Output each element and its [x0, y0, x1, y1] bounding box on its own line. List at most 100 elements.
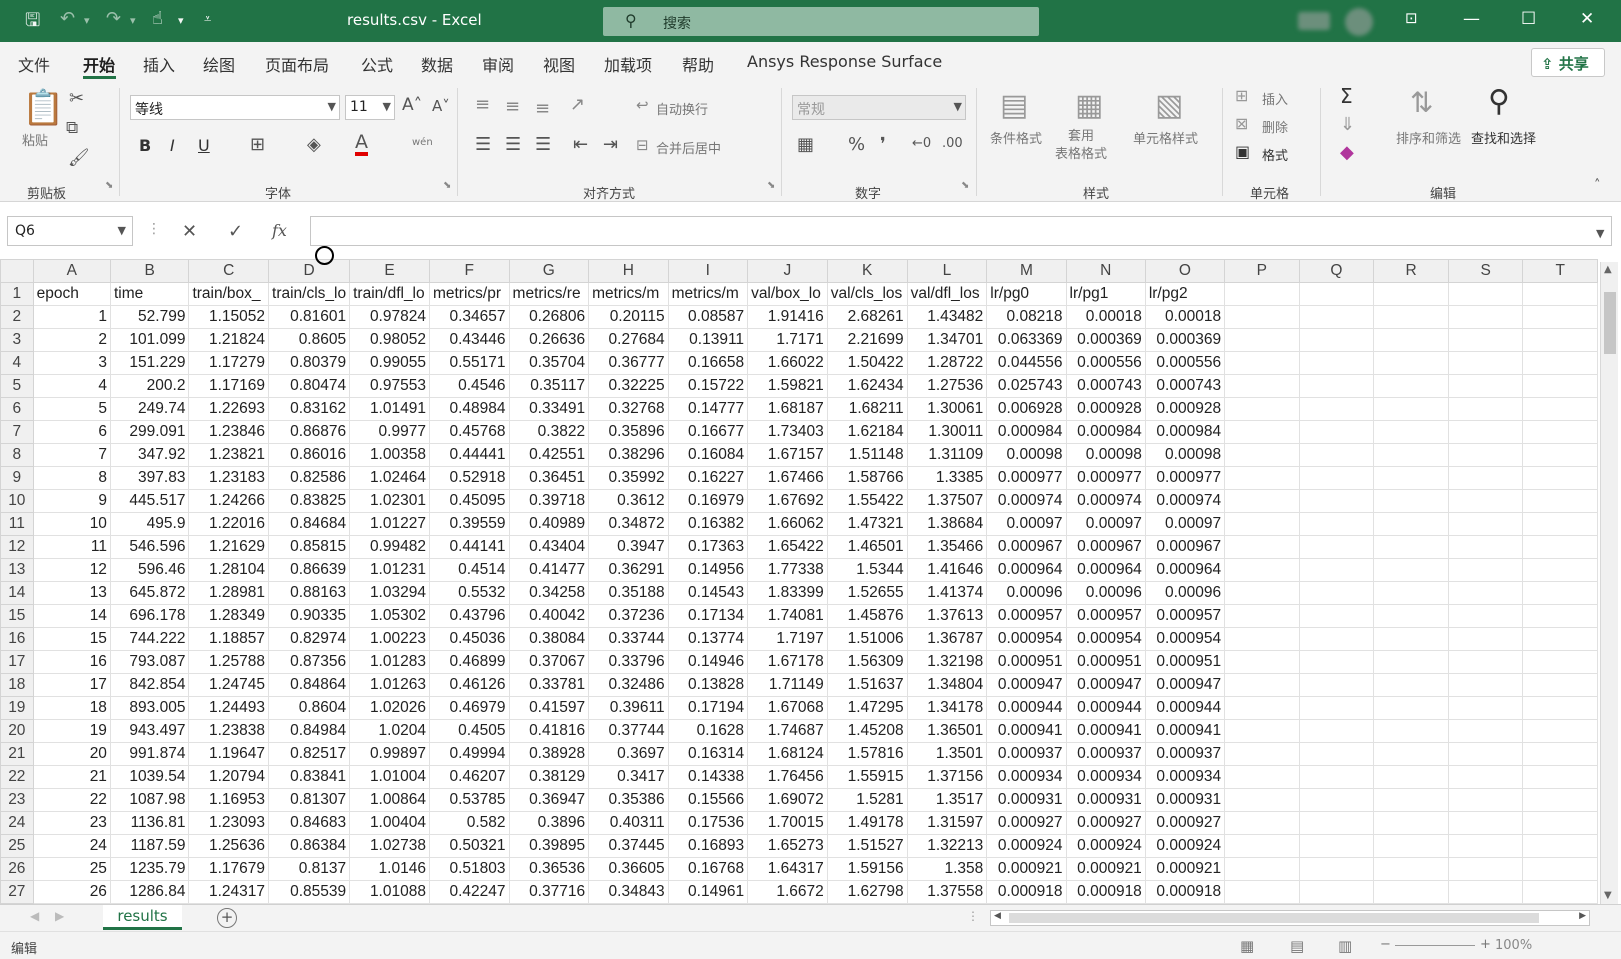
cell[interactable]: 0.000556: [1065, 351, 1146, 375]
cell[interactable]: [1373, 857, 1449, 881]
cell[interactable]: [1447, 811, 1524, 835]
fill-color-icon[interactable]: ◈: [307, 134, 321, 155]
cell[interactable]: 1.47321: [826, 512, 908, 536]
cell[interactable]: 0.00096: [1065, 581, 1146, 605]
cell[interactable]: 1.15052: [188, 305, 270, 329]
cell[interactable]: [1224, 627, 1300, 651]
cell[interactable]: 0.87356: [268, 650, 351, 674]
cell[interactable]: 0.40311: [588, 811, 669, 835]
cell[interactable]: [1522, 788, 1598, 812]
cell[interactable]: [1522, 420, 1598, 444]
cell[interactable]: 1.00404: [349, 811, 430, 835]
cell[interactable]: [1373, 328, 1449, 352]
cell[interactable]: [1522, 650, 1598, 674]
cell[interactable]: 101.099: [109, 328, 190, 352]
cell[interactable]: 1.37156: [906, 765, 988, 789]
cell[interactable]: 645.872: [109, 581, 190, 605]
cell[interactable]: 0.32768: [588, 397, 669, 421]
cell[interactable]: 1.31109: [906, 443, 988, 467]
cell[interactable]: 0.82586: [268, 466, 351, 490]
cell[interactable]: [1298, 604, 1375, 628]
cell[interactable]: 0.46126: [428, 673, 510, 697]
cell[interactable]: [1447, 650, 1524, 674]
cell[interactable]: [1298, 788, 1375, 812]
cell[interactable]: [1298, 351, 1375, 375]
collapse-ribbon-icon[interactable]: ˄: [1594, 178, 1601, 193]
cell[interactable]: [1522, 282, 1598, 306]
cell[interactable]: 0.14961: [667, 880, 749, 904]
cell[interactable]: [1447, 788, 1524, 812]
cell[interactable]: 0.45036: [428, 627, 510, 651]
cell[interactable]: [1224, 351, 1300, 375]
cell[interactable]: 1.22016: [188, 512, 270, 536]
cell[interactable]: [1447, 535, 1524, 559]
cell[interactable]: [1224, 558, 1300, 582]
cell[interactable]: 0.000556: [1144, 351, 1226, 375]
cell[interactable]: 1.01491: [349, 397, 430, 421]
cell[interactable]: [1522, 512, 1598, 536]
cell[interactable]: 0.000931: [986, 788, 1067, 812]
cell[interactable]: [1373, 558, 1449, 582]
cell[interactable]: 0.000974: [1065, 489, 1146, 513]
cell[interactable]: [1298, 880, 1375, 904]
cell[interactable]: 1.74687: [747, 719, 828, 743]
cell[interactable]: [1373, 351, 1449, 375]
cell[interactable]: 0.000947: [1144, 673, 1226, 697]
cell[interactable]: 1.17679: [188, 857, 270, 881]
cell[interactable]: [1298, 512, 1375, 536]
cell[interactable]: 1.358: [906, 857, 988, 881]
cell[interactable]: 0.000918: [1144, 880, 1226, 904]
cell[interactable]: [1224, 604, 1300, 628]
cell[interactable]: [1298, 466, 1375, 490]
cell[interactable]: [1298, 305, 1375, 329]
align-middle-icon[interactable]: ≡: [505, 96, 520, 117]
cell[interactable]: 0.34258: [508, 581, 590, 605]
cell[interactable]: [1224, 535, 1300, 559]
cell[interactable]: 0.3822: [508, 420, 590, 444]
zoom-in-icon[interactable]: +: [1480, 937, 1491, 952]
cell[interactable]: 0.582: [428, 811, 510, 835]
cell[interactable]: [1373, 650, 1449, 674]
row-header[interactable]: 14: [0, 581, 34, 605]
cell[interactable]: [1373, 397, 1449, 421]
column-header[interactable]: Q: [1298, 259, 1375, 283]
cell[interactable]: 0.000947: [1065, 673, 1146, 697]
cell[interactable]: 1.51148: [826, 443, 908, 467]
alignment-launcher-icon[interactable]: ⬊: [767, 180, 775, 191]
cell[interactable]: [1522, 305, 1598, 329]
cell[interactable]: 0.36947: [508, 788, 590, 812]
cell[interactable]: time: [109, 282, 190, 306]
column-header[interactable]: O: [1144, 259, 1226, 283]
cell[interactable]: 0.000984: [986, 420, 1067, 444]
cell[interactable]: 0.000957: [1144, 604, 1226, 628]
align-left-icon[interactable]: ☰: [475, 134, 491, 155]
cell[interactable]: 0.000924: [986, 834, 1067, 858]
cell[interactable]: [1373, 811, 1449, 835]
cell[interactable]: [1447, 696, 1524, 720]
cell[interactable]: 0.000984: [1065, 420, 1146, 444]
conditional-formatting-label[interactable]: 条件格式: [990, 128, 1042, 147]
cell[interactable]: [1298, 581, 1375, 605]
cell[interactable]: 0.3947: [588, 535, 669, 559]
cell[interactable]: 7: [32, 443, 111, 467]
tab-split-handle[interactable]: ⋮: [967, 909, 979, 923]
column-header[interactable]: I: [667, 259, 749, 283]
tab-addins[interactable]: 加载项: [604, 52, 652, 76]
cell[interactable]: 0.88163: [268, 581, 351, 605]
italic-button[interactable]: I: [170, 136, 175, 155]
cell[interactable]: 1.67068: [747, 696, 828, 720]
format-cells-icon[interactable]: ▣: [1235, 142, 1250, 161]
cell[interactable]: 0.40042: [508, 604, 590, 628]
column-header[interactable]: B: [109, 259, 190, 283]
cell[interactable]: 0.000947: [986, 673, 1067, 697]
cell[interactable]: 0.063369: [986, 328, 1067, 352]
cell[interactable]: 0.4514: [428, 558, 510, 582]
cell[interactable]: 0.000918: [986, 880, 1067, 904]
wrap-text-label[interactable]: 自动换行: [656, 99, 708, 118]
cell[interactable]: 0.98052: [349, 328, 430, 352]
row-header[interactable]: 27: [0, 880, 34, 904]
cell[interactable]: 1.37613: [906, 604, 988, 628]
cell[interactable]: 0.20115: [588, 305, 669, 329]
cell[interactable]: 1.25636: [188, 834, 270, 858]
row-header[interactable]: 3: [0, 328, 34, 352]
